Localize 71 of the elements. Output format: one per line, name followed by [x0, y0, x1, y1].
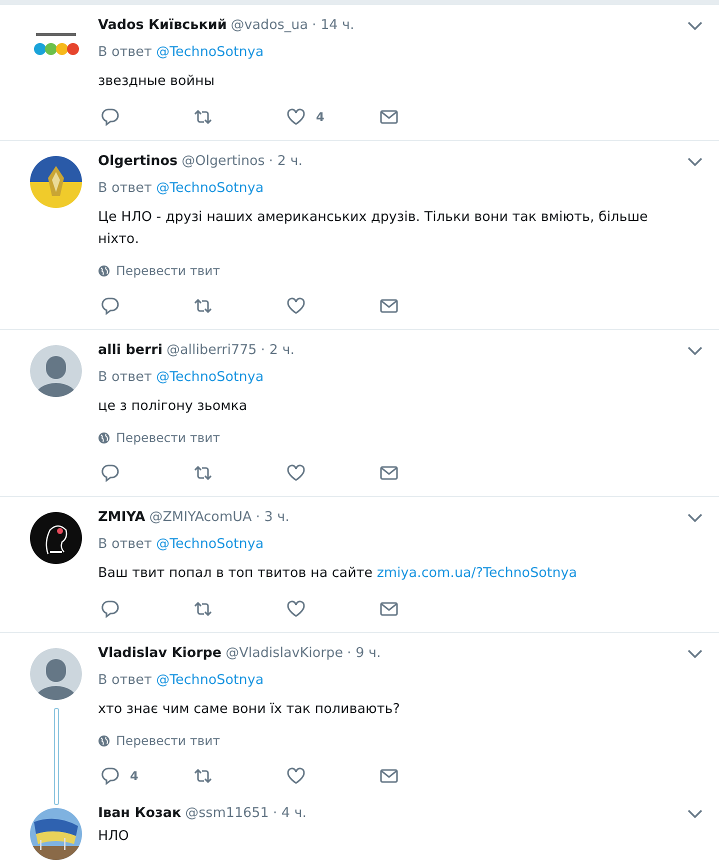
tweet-time[interactable]: · 3 ч. — [256, 509, 290, 525]
heart-icon[interactable] — [286, 296, 306, 316]
heart-icon[interactable] — [286, 766, 306, 786]
envelope-icon[interactable] — [379, 296, 399, 316]
heart-icon[interactable] — [286, 599, 306, 619]
tweet-time[interactable]: · 4 ч. — [272, 805, 307, 821]
user-name[interactable]: Olgertinos — [98, 153, 178, 169]
reply-icon[interactable] — [100, 766, 120, 786]
mention-link[interactable]: @TechnoSotnya — [156, 180, 264, 196]
reply-icon[interactable] — [100, 107, 120, 127]
action-count: 4 — [130, 769, 138, 783]
reply-icon[interactable] — [100, 599, 120, 619]
tweet-time[interactable]: · 2 ч. — [260, 342, 294, 358]
retweet-icon[interactable] — [193, 463, 213, 483]
default-avatar-icon — [30, 648, 82, 700]
tweet-text: хто знає чим саме вони їх так поливають? — [98, 700, 401, 719]
user-handle[interactable]: @vados_ua — [230, 17, 308, 33]
translate-link[interactable]: Перевести твит — [116, 261, 220, 281]
mention-link[interactable]: @TechnoSotnya — [156, 44, 264, 60]
reply-icon[interactable] — [100, 296, 120, 316]
tweet-text: НЛО — [98, 827, 130, 846]
reply-to-text: В ответ @TechnoSotnya — [98, 43, 265, 62]
translate-link[interactable]: Перевести твит — [116, 731, 220, 751]
retweet-icon[interactable] — [193, 766, 213, 786]
reply-to-text: В ответ @TechnoSotnya — [98, 368, 265, 387]
tweet-time[interactable]: · 2 ч. — [268, 153, 303, 169]
user-handle[interactable]: @ssm11651 — [185, 805, 269, 821]
chevron-down-icon[interactable] — [687, 346, 703, 356]
tweet-text: Ваш твит попал в топ твитов на сайте zmiya.com.ua/?TechnoSotnya — [98, 564, 578, 583]
retweet-icon[interactable] — [193, 296, 213, 316]
tweet-time[interactable]: · 14 ч. — [312, 17, 354, 33]
user-handle[interactable]: @ZMIYAcomUA — [149, 509, 252, 525]
chevron-down-icon[interactable] — [687, 21, 703, 31]
user-handle[interactable]: @VladislavKiorpe — [226, 645, 344, 661]
globe-icon — [98, 265, 110, 277]
heart-icon[interactable] — [286, 463, 306, 483]
reply-to-text: В ответ @TechnoSotnya — [98, 179, 265, 198]
chevron-down-icon[interactable] — [687, 513, 703, 523]
user-name[interactable]: alli berri — [98, 342, 162, 358]
default-avatar-icon — [30, 345, 82, 397]
envelope-icon[interactable] — [379, 599, 399, 619]
reply-icon[interactable] — [100, 463, 120, 483]
globe-icon — [98, 735, 110, 747]
mention-link[interactable]: @TechnoSotnya — [156, 672, 264, 688]
tweet-time[interactable]: · 9 ч. — [347, 645, 381, 661]
tweet-text: звездные войны — [98, 72, 216, 91]
action-count: 4 — [316, 110, 324, 124]
user-name[interactable]: Іван Козак — [98, 805, 182, 821]
chevron-down-icon[interactable] — [687, 649, 703, 659]
tweet-text: це з полігону зьомка — [98, 397, 248, 416]
envelope-icon[interactable] — [379, 107, 399, 127]
reply-to-text: В ответ @TechnoSotnya — [98, 535, 265, 554]
chevron-down-icon[interactable] — [687, 157, 703, 167]
website-link[interactable]: zmiya.com.ua/?TechnoSotnya — [376, 565, 578, 581]
user-name[interactable]: ZMIYA — [98, 509, 146, 525]
tweet-text: Це НЛО - друзі наших американських друзів. Тільки вони так вміють, більше ніхто. — [98, 208, 649, 249]
user-name[interactable]: Vladislav Kiorpe — [98, 645, 222, 661]
heart-icon[interactable] — [286, 107, 306, 127]
translate-link[interactable]: Перевести твит — [116, 428, 220, 448]
envelope-icon[interactable] — [379, 766, 399, 786]
user-handle[interactable]: @Olgertinos — [182, 153, 265, 169]
envelope-icon[interactable] — [379, 463, 399, 483]
user-handle[interactable]: @alliberri775 — [166, 342, 257, 358]
user-name[interactable]: Vados Київський — [98, 17, 227, 33]
reply-to-text: В ответ @TechnoSotnya — [98, 671, 265, 690]
retweet-icon[interactable] — [193, 599, 213, 619]
mention-link[interactable]: @TechnoSotnya — [156, 369, 264, 385]
globe-icon — [98, 432, 110, 444]
mention-link[interactable]: @TechnoSotnya — [156, 536, 264, 552]
chevron-down-icon[interactable] — [687, 809, 703, 819]
retweet-icon[interactable] — [193, 107, 213, 127]
